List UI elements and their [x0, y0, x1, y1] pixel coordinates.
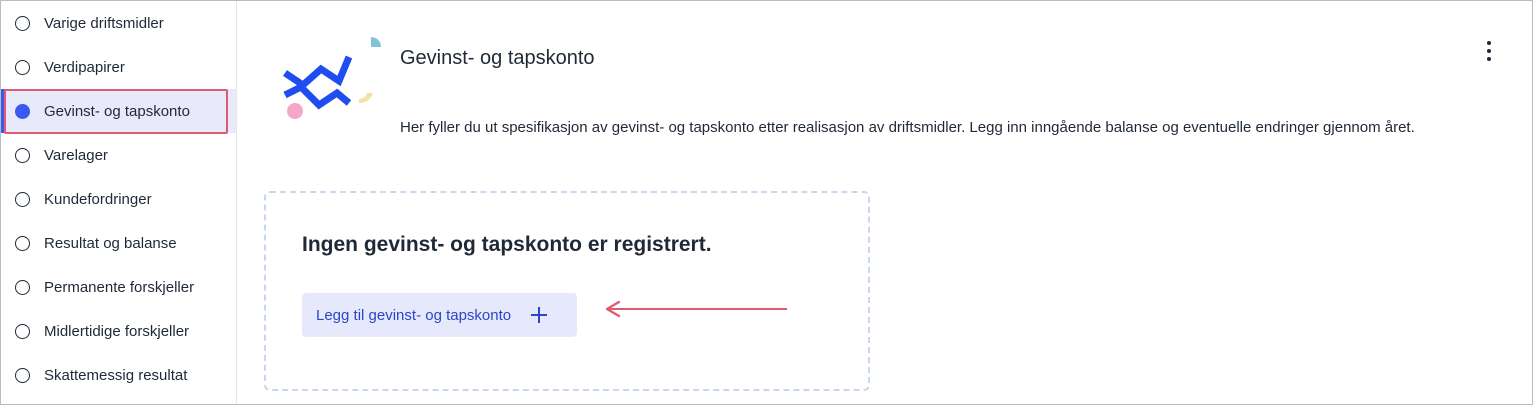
radio-icon — [15, 147, 30, 163]
sidebar-item-label: Permanente forskjeller — [44, 278, 195, 296]
sidebar-item-gevinst-og-tapskonto[interactable]: Gevinst- og tapskonto — [1, 89, 236, 133]
empty-state-heading: Ingen gevinst- og tapskonto er registrer… — [302, 233, 712, 256]
sidebar-item-resultat-og-balanse[interactable]: Resultat og balanse — [1, 221, 236, 265]
annotation-arrow-icon — [605, 300, 787, 318]
sidebar-item-label: Resultat og balanse — [44, 234, 177, 252]
sidebar-item-label: Gevinst- og tapskonto — [44, 102, 190, 120]
app-window: Varige driftsmidler Verdipapirer Gevinst… — [0, 0, 1533, 405]
sidebar-item-label: Kundefordringer — [44, 190, 152, 208]
sidebar-item-label: Skattemessig resultat — [44, 366, 188, 384]
radio-icon — [15, 15, 30, 31]
sidebar-item-varelager[interactable]: Varelager — [1, 133, 236, 177]
sidebar-item-varige-driftsmidler[interactable]: Varige driftsmidler — [1, 1, 236, 45]
sidebar-item-label: Verdipapirer — [44, 58, 125, 76]
radio-icon — [15, 323, 30, 339]
add-gevinst-og-tapskonto-button[interactable]: Legg til gevinst- og tapskonto — [302, 293, 577, 337]
illustration-logo-icon — [283, 37, 381, 119]
sidebar-item-label: Varige driftsmidler — [44, 14, 164, 32]
sidebar-item-verdipapirer[interactable]: Verdipapirer — [1, 45, 236, 89]
sidebar-item-skattemessig-resultat[interactable]: Skattemessig resultat — [1, 353, 236, 397]
radio-icon — [15, 279, 30, 295]
sidebar-item-kundefordringer[interactable]: Kundefordringer — [1, 177, 236, 221]
sidebar-item-label: Varelager — [44, 146, 108, 164]
page-title: Gevinst- og tapskonto — [400, 47, 595, 69]
sidebar-item-midlertidige-forskjeller[interactable]: Midlertidige forskjeller — [1, 309, 236, 353]
radio-selected-icon — [15, 103, 30, 119]
sidebar-item-permanente-forskjeller[interactable]: Permanente forskjeller — [1, 265, 236, 309]
radio-icon — [15, 235, 30, 251]
radio-icon — [15, 191, 30, 207]
page-description: Her fyller du ut spesifikasjon av gevins… — [400, 119, 1415, 136]
radio-icon — [15, 367, 30, 383]
sidebar: Varige driftsmidler Verdipapirer Gevinst… — [1, 1, 237, 404]
add-button-label: Legg til gevinst- og tapskonto — [316, 306, 512, 324]
plus-icon — [531, 307, 548, 323]
main-content: Gevinst- og tapskonto Her fyller du ut s… — [237, 1, 1532, 404]
radio-icon — [15, 59, 30, 75]
sidebar-item-label: Midlertidige forskjeller — [44, 322, 190, 340]
kebab-menu-icon[interactable] — [1477, 41, 1501, 61]
empty-state-card: Ingen gevinst- og tapskonto er registrer… — [264, 191, 870, 391]
